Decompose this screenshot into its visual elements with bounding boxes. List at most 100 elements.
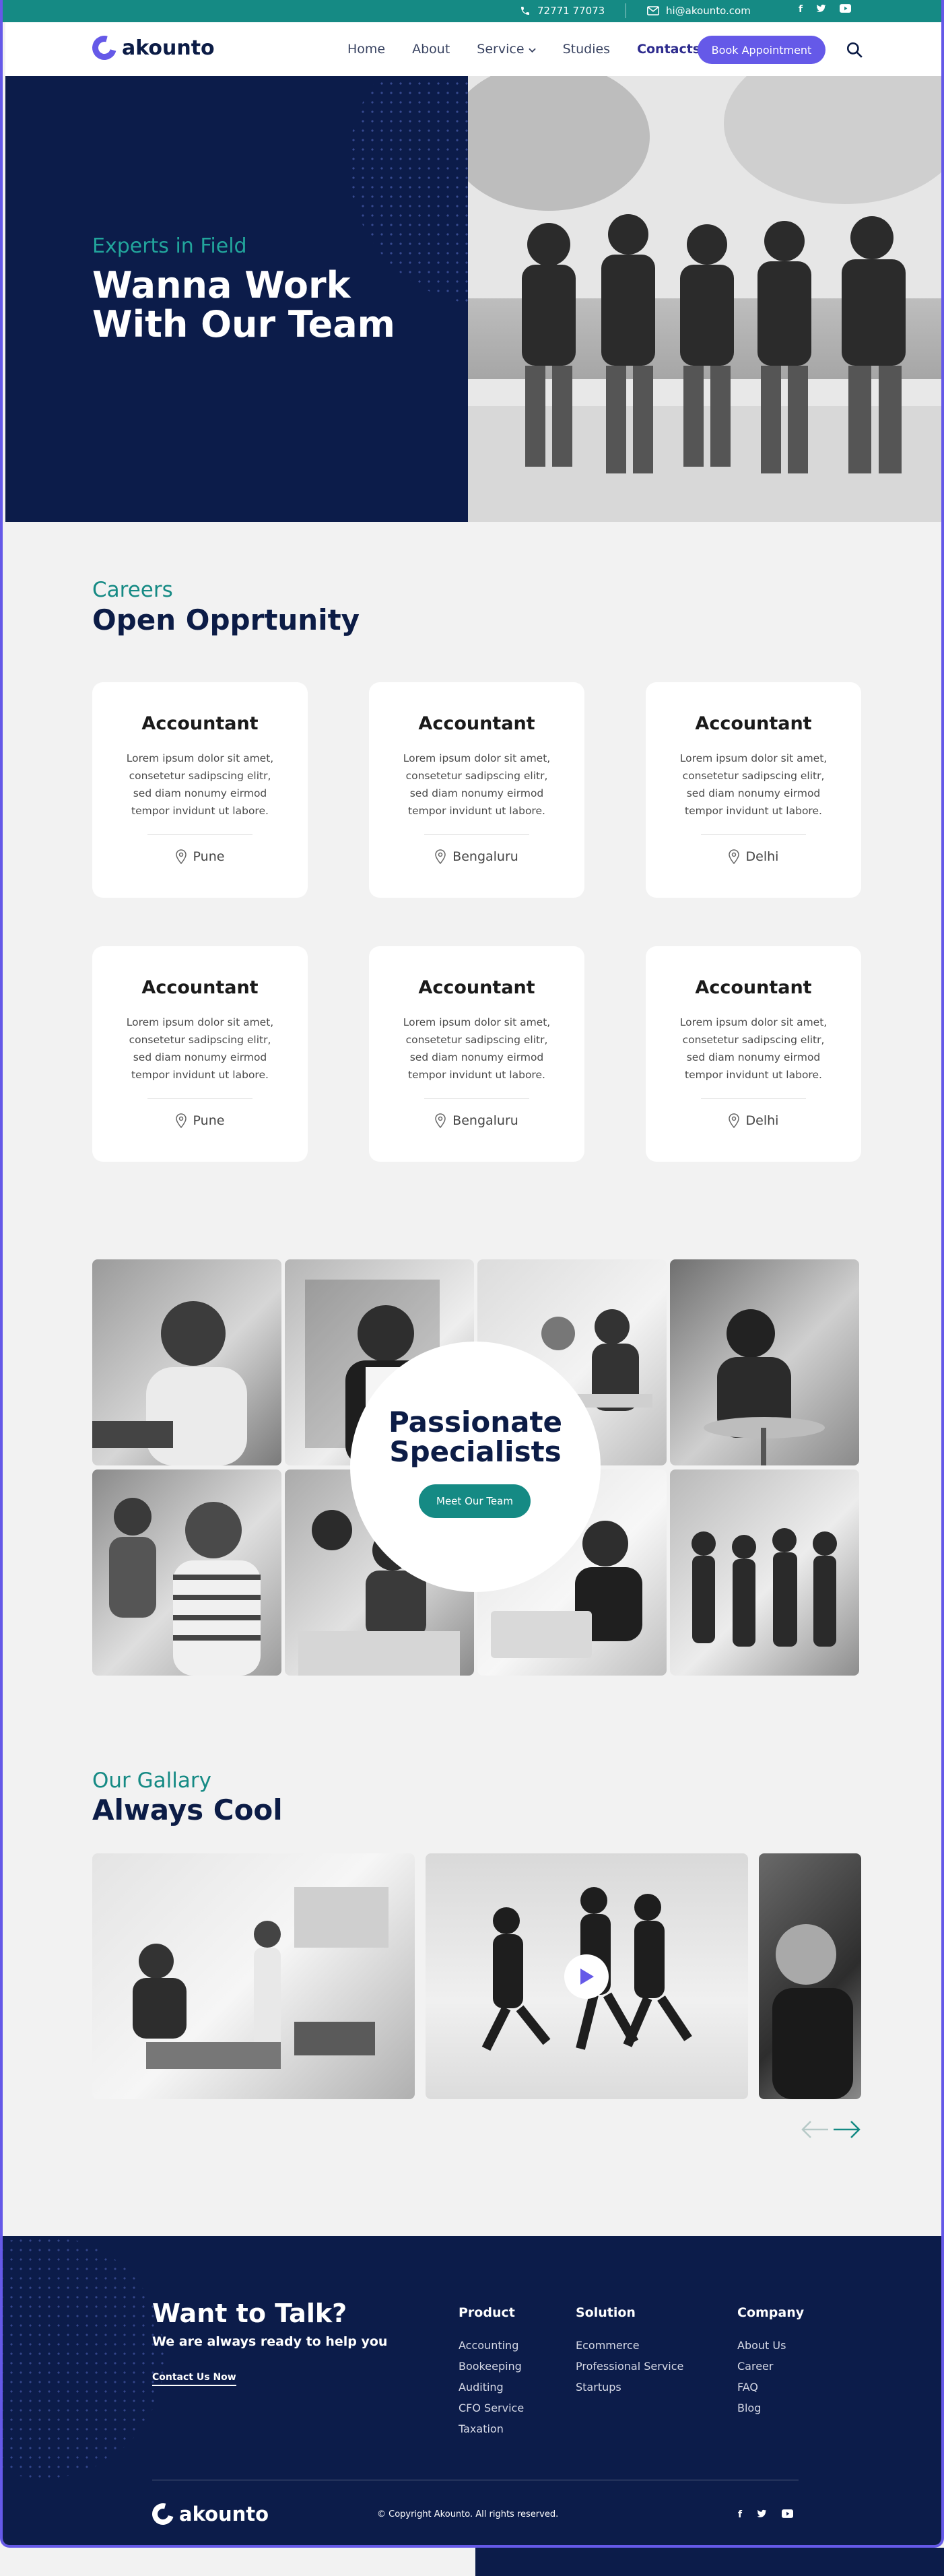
footer-brand-logo[interactable]: akounto: [148, 2499, 269, 2529]
top-email[interactable]: hi@akounto.com: [647, 5, 751, 17]
job-divider: [701, 834, 806, 835]
nav-item-about[interactable]: About: [412, 42, 450, 57]
footer-link[interactable]: Blog: [737, 2398, 804, 2418]
careers-subtitle: Careers: [92, 578, 173, 602]
job-card[interactable]: Accountant Lorem ipsum dolor sit amet, c…: [369, 682, 584, 898]
footer-column-product: Product Accounting Bookeeping Auditing C…: [459, 2305, 524, 2439]
footer-link[interactable]: Ecommerce: [576, 2335, 683, 2356]
gallery-title: Always Cool: [92, 1793, 283, 1826]
brand-logo[interactable]: akounto: [88, 31, 215, 65]
job-description: Lorem ipsum dolor sit amet, consetetur s…: [403, 752, 551, 817]
job-location: Bengaluru: [369, 849, 584, 864]
hero: Experts in Field Wanna Work With Our Tea…: [5, 76, 941, 522]
location-pin-icon: [175, 1113, 187, 1128]
hero-panel: Experts in Field Wanna Work With Our Tea…: [5, 76, 468, 522]
top-bar: 72771 77073 hi@akounto.com f: [3, 0, 941, 22]
hero-subtitle: Experts in Field: [92, 234, 247, 258]
footer-dot-pattern: [3, 2236, 164, 2478]
phone-icon: [521, 7, 529, 15]
twitter-icon[interactable]: [757, 2509, 767, 2519]
job-card[interactable]: Accountant Lorem ipsum dolor sit amet, c…: [369, 946, 584, 1162]
gallery-subtitle: Our Gallary: [92, 1769, 211, 1793]
careers-title: Open Opprtunity: [92, 603, 360, 636]
location-pin-icon: [435, 1113, 446, 1128]
location-pin-icon: [175, 849, 187, 864]
facebook-icon[interactable]: f: [738, 2509, 742, 2520]
prev-arrow-icon[interactable]: [800, 2119, 830, 2140]
meet-our-team-button[interactable]: Meet Our Team: [419, 1484, 531, 1518]
page-frame: 72771 77073 hi@akounto.com f akounto Hom…: [0, 0, 944, 2548]
job-description: Lorem ipsum dolor sit amet, consetetur s…: [679, 752, 828, 817]
nav-item-home[interactable]: Home: [347, 42, 385, 57]
footer-link[interactable]: FAQ: [737, 2377, 804, 2398]
footer-link[interactable]: Bookeeping: [459, 2356, 524, 2377]
job-description: Lorem ipsum dolor sit amet, consetetur s…: [403, 1016, 551, 1081]
specialists-badge: Passionate Specialists Meet Our Team: [350, 1342, 601, 1592]
footer-title: Want to Talk?: [152, 2299, 347, 2328]
footer-column-heading: Product: [459, 2305, 515, 2320]
play-button[interactable]: [564, 1954, 609, 1999]
nav-item-contacts[interactable]: Contacts: [637, 42, 700, 57]
job-title: Accountant: [695, 977, 812, 998]
youtube-icon[interactable]: [840, 4, 852, 13]
team-photo: [92, 1259, 281, 1465]
page-edge-strip: [475, 2548, 944, 2576]
twitter-icon[interactable]: [816, 4, 826, 13]
nav-item-service[interactable]: Service: [477, 42, 536, 57]
youtube-icon[interactable]: [782, 2509, 794, 2518]
gallery-video[interactable]: [426, 1853, 748, 2099]
footer-link[interactable]: Career: [737, 2356, 804, 2377]
footer-subtitle: We are always ready to help you: [152, 2334, 388, 2349]
nav-menu: Home About Service Studies Contacts: [347, 42, 700, 57]
specialists-title: Passionate Specialists: [388, 1406, 563, 1468]
job-location-text: Bengaluru: [452, 849, 518, 864]
gallery-item[interactable]: [92, 1853, 415, 2099]
location-pin-icon: [728, 849, 739, 864]
team-photo: [670, 1259, 859, 1465]
main-nav: akounto Home About Service Studies Conta…: [5, 22, 941, 76]
footer-link[interactable]: Auditing: [459, 2377, 524, 2398]
footer-link[interactable]: Accounting: [459, 2335, 524, 2356]
job-divider: [701, 1098, 806, 1099]
footer-column-solution: Solution Ecommerce Professional Service …: [576, 2305, 683, 2398]
job-location: Pune: [92, 1113, 308, 1128]
play-icon: [580, 1969, 594, 1985]
footer-column-heading: Solution: [576, 2305, 636, 2320]
job-location-text: Pune: [193, 1113, 225, 1128]
facebook-icon[interactable]: f: [799, 4, 803, 15]
gallery-item[interactable]: [759, 1853, 861, 2099]
logo-mark-icon: [148, 2499, 178, 2529]
footer-brand-name: akounto: [179, 2503, 269, 2525]
footer: Want to Talk? We are always ready to hel…: [3, 2236, 941, 2545]
job-location: Delhi: [646, 1113, 861, 1128]
next-arrow-icon[interactable]: [832, 2119, 862, 2140]
footer-link[interactable]: About Us: [737, 2335, 804, 2356]
job-location-text: Bengaluru: [452, 1113, 518, 1128]
job-title: Accountant: [141, 977, 259, 998]
footer-link[interactable]: CFO Service: [459, 2398, 524, 2418]
footer-link[interactable]: Professional Service: [576, 2356, 683, 2377]
footer-social: f: [738, 2509, 794, 2520]
footer-column-company: Company About Us Career FAQ Blog: [737, 2305, 804, 2418]
job-card[interactable]: Accountant Lorem ipsum dolor sit amet, c…: [92, 682, 308, 898]
job-title: Accountant: [695, 713, 812, 734]
footer-link[interactable]: Taxation: [459, 2418, 524, 2439]
job-card[interactable]: Accountant Lorem ipsum dolor sit amet, c…: [646, 682, 861, 898]
nav-item-studies[interactable]: Studies: [563, 42, 610, 57]
location-pin-icon: [728, 1113, 739, 1128]
job-divider: [147, 1098, 252, 1099]
job-card[interactable]: Accountant Lorem ipsum dolor sit amet, c…: [646, 946, 861, 1162]
search-icon[interactable]: [846, 41, 863, 59]
logo-mark-icon: [88, 31, 121, 65]
job-location: Pune: [92, 849, 308, 864]
hero-title: Wanna Work With Our Team: [92, 264, 395, 345]
job-divider: [424, 1098, 529, 1099]
job-location-text: Delhi: [745, 1113, 779, 1128]
job-card[interactable]: Accountant Lorem ipsum dolor sit amet, c…: [92, 946, 308, 1162]
book-appointment-button[interactable]: Book Appointment: [698, 36, 825, 64]
contact-us-link[interactable]: Contact Us Now: [152, 2372, 236, 2386]
job-description: Lorem ipsum dolor sit amet, consetetur s…: [679, 1016, 828, 1081]
hero-team-photo: [468, 76, 941, 522]
footer-link[interactable]: Startups: [576, 2377, 683, 2398]
top-phone[interactable]: 72771 77073: [520, 5, 605, 17]
